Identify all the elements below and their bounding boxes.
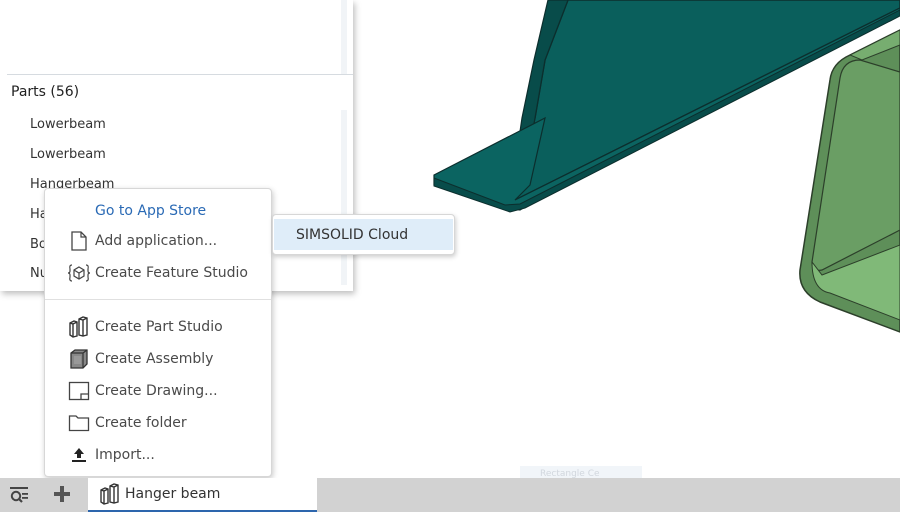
menu-item-label: Create Part Studio [95,319,223,335]
parts-list-header[interactable]: Parts (56) [11,84,79,100]
part-item[interactable]: Lowerbeam [30,117,106,132]
import-icon [67,444,91,466]
tab-hanger-beam[interactable]: Hanger beam [88,478,317,512]
features-area [0,0,340,74]
menu-item-create-feature-studio[interactable]: Create Feature Studio [45,259,271,287]
drawing-icon [67,380,91,402]
parts-scrollbar-track[interactable] [341,110,347,285]
menu-item-label: Create folder [95,415,187,431]
scrollbar-track[interactable] [341,0,347,74]
menu-item-create-drawing[interactable]: Create Drawing... [45,377,271,405]
add-tab-button[interactable] [52,484,72,504]
menu-item-label: Add application... [95,233,218,249]
part-item[interactable]: Lowerbeam [30,147,106,162]
menu-item-import[interactable]: Import... [45,441,271,469]
menu-item-create-folder[interactable]: Create folder [45,409,271,437]
menu-item-go-to-app-store[interactable]: Go to App Store [45,197,271,225]
plus-icon [54,486,70,502]
search-list-icon [10,487,28,503]
file-icon [67,230,91,252]
folder-icon [67,412,91,434]
assembly-icon [67,348,91,370]
menu-item-create-assembly[interactable]: Create Assembly [45,345,271,373]
part-studio-icon [67,316,91,338]
part-studio-icon [100,483,119,505]
menu-item-label: Create Drawing... [95,383,218,399]
submenu-item-simsolid-cloud[interactable]: SIMSOLID Cloud [274,219,453,250]
insert-context-menu: Go to App Store Add application... Creat… [44,188,272,477]
tab-bar: Hanger beam [0,478,900,512]
menu-item-create-part-studio[interactable]: Create Part Studio [45,313,271,341]
menu-separator [45,299,271,300]
menu-item-add-application[interactable]: Add application... [45,227,271,255]
menu-item-label: Create Feature Studio [95,265,248,281]
tab-filter-button[interactable] [8,485,30,505]
menu-item-label: Go to App Store [95,203,207,219]
app-store-submenu: SIMSOLID Cloud [272,214,455,255]
menu-item-label: Import... [95,447,155,463]
menu-item-label: Create Assembly [95,351,214,367]
tab-label: Hanger beam [125,486,221,502]
feature-studio-icon [67,262,91,284]
panel-divider[interactable] [7,74,353,75]
